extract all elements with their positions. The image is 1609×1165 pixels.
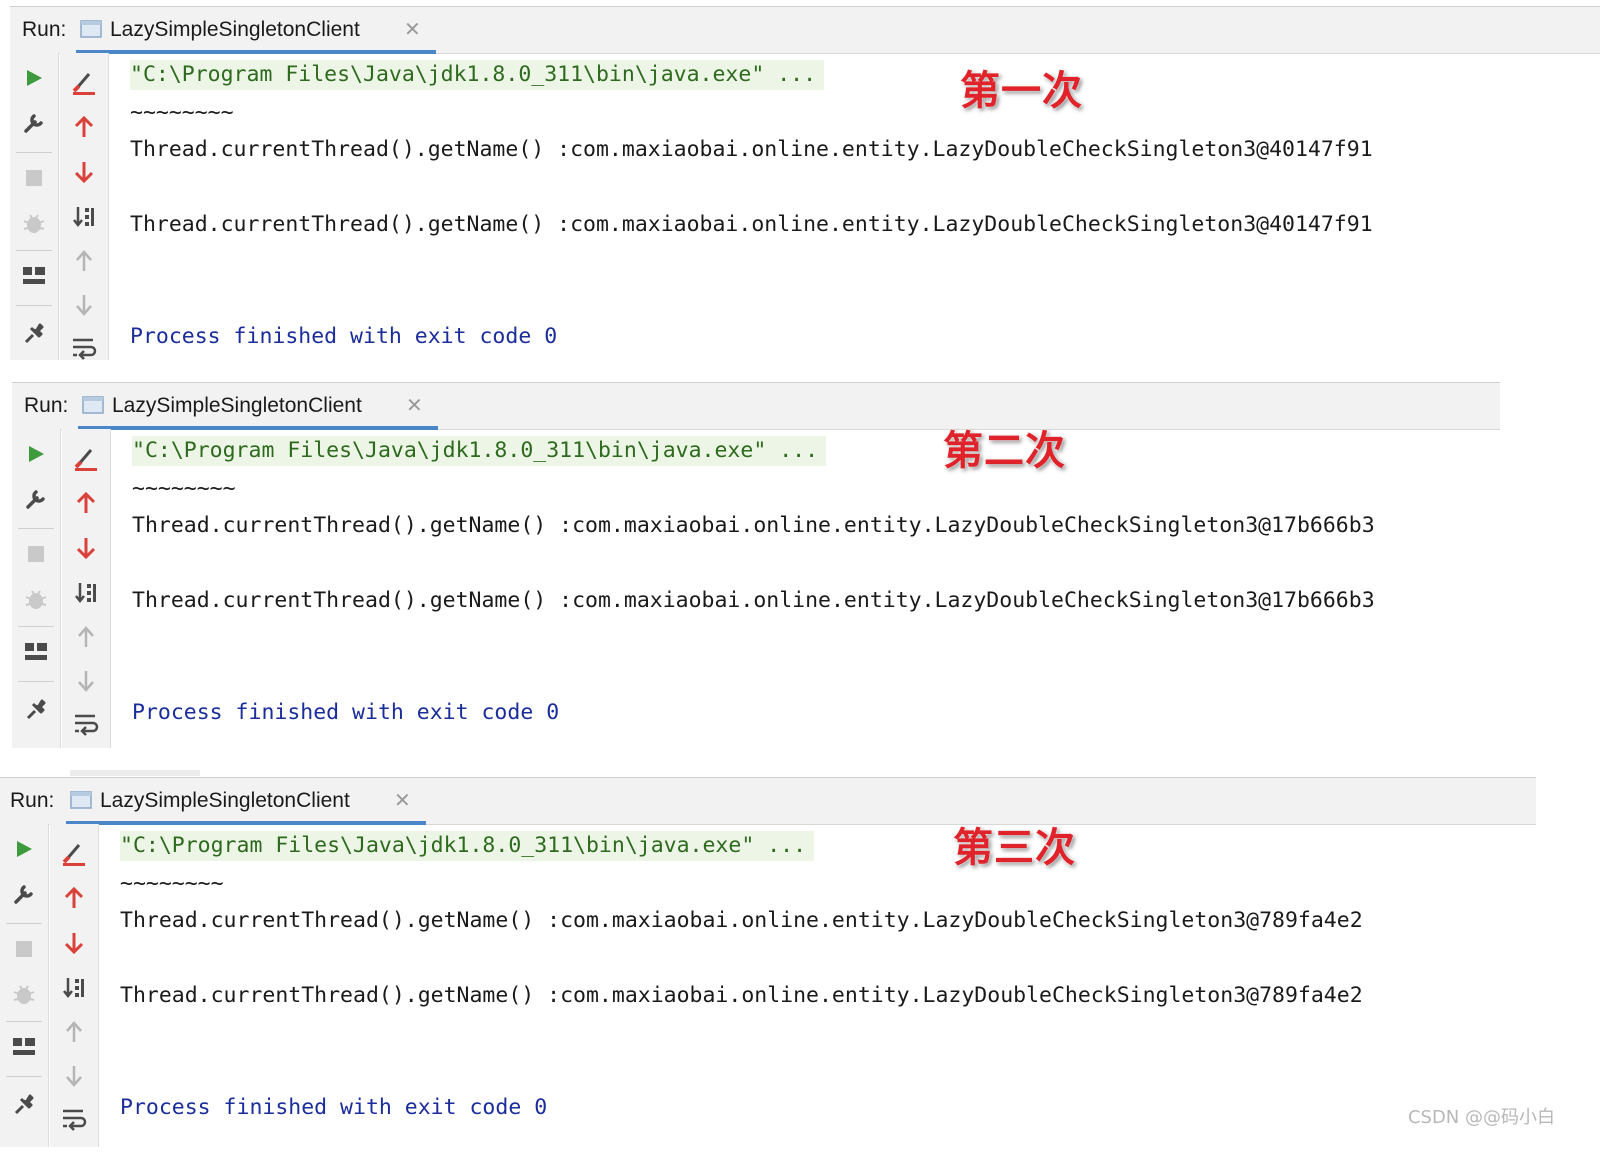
toolbar-separator [18, 681, 54, 682]
console-tab-icon [80, 19, 102, 38]
up-red-icon[interactable] [69, 112, 99, 142]
pin-icon[interactable] [9, 1089, 39, 1119]
wrench-icon[interactable] [19, 108, 49, 138]
process-finished-line: Process finished with exit code 0 [130, 324, 558, 349]
softwrap-icon[interactable] [59, 1104, 89, 1134]
divider [70, 770, 200, 776]
process-finished-line: Process finished with exit code 0 [132, 700, 560, 725]
up-grey-icon[interactable] [71, 622, 101, 652]
up-red-icon[interactable] [71, 488, 101, 518]
sort-icon[interactable] [59, 972, 89, 1002]
console-output: "C:\Program Files\Java\jdk1.8.0_311\bin\… [130, 53, 1600, 360]
run-toolbar-right [62, 429, 111, 748]
run-header: Run: LazySimpleSingletonClient ✕ [12, 382, 1500, 430]
run-header: Run: LazySimpleSingletonClient ✕ [10, 6, 1600, 54]
output-line: Thread.currentThread().getName() :com.ma… [132, 588, 1375, 613]
pin-icon[interactable] [19, 318, 49, 348]
softwrap-icon[interactable] [71, 709, 101, 739]
output-line: ~~~~~~~~ [120, 871, 224, 896]
run-header: Run: LazySimpleSingletonClient ✕ [0, 777, 1536, 825]
output-line: Thread.currentThread().getName() :com.ma… [120, 983, 1363, 1008]
layout-icon[interactable] [19, 261, 49, 291]
annotation-label: 第三次 [953, 824, 1076, 871]
run-toolbar-right [60, 53, 109, 360]
watermark: CSDN @@码小白 [1407, 1107, 1555, 1128]
toolbar-separator [16, 152, 52, 153]
down-red-icon[interactable] [71, 533, 101, 563]
down-grey-icon[interactable] [71, 666, 101, 696]
run-tab-title: LazySimpleSingletonClient [112, 394, 362, 417]
run-tab[interactable]: LazySimpleSingletonClient ✕ [78, 383, 438, 430]
run-label: Run: [24, 394, 69, 417]
wrench-icon[interactable] [21, 484, 51, 514]
run-tab[interactable]: LazySimpleSingletonClient ✕ [66, 778, 426, 825]
close-icon[interactable]: ✕ [404, 17, 421, 41]
toolbar-separator [6, 1021, 42, 1022]
run-panel-3: Run: LazySimpleSingletonClient ✕ "C:\Pro… [0, 777, 1536, 1147]
debug-icon[interactable] [9, 979, 39, 1009]
stop-icon[interactable] [19, 163, 49, 193]
run-toolbar-left [12, 429, 61, 748]
output-line: ~~~~~~~~ [132, 476, 236, 501]
toolbar-separator [6, 923, 42, 924]
clear-icon[interactable] [69, 68, 99, 98]
run-label: Run: [10, 789, 55, 812]
layout-icon[interactable] [21, 637, 51, 667]
run-tab-title: LazySimpleSingletonClient [100, 789, 350, 812]
run-tab-title: LazySimpleSingletonClient [110, 18, 360, 41]
sort-icon[interactable] [69, 201, 99, 231]
pin-icon[interactable] [21, 694, 51, 724]
console-output: "C:\Program Files\Java\jdk1.8.0_311\bin\… [132, 429, 1500, 748]
console-tab-icon [70, 790, 92, 809]
debug-icon[interactable] [21, 584, 51, 614]
command-line: "C:\Program Files\Java\jdk1.8.0_311\bin\… [120, 831, 815, 861]
process-finished-line: Process finished with exit code 0 [120, 1095, 548, 1120]
toolbar-separator [6, 1076, 42, 1077]
run-tab[interactable]: LazySimpleSingletonClient ✕ [76, 7, 436, 54]
run-toolbar-right [50, 824, 99, 1147]
up-grey-icon[interactable] [69, 246, 99, 276]
annotation-label: 第一次 [960, 67, 1083, 114]
toolbar-separator [18, 626, 54, 627]
command-line: "C:\Program Files\Java\jdk1.8.0_311\bin\… [132, 436, 827, 466]
debug-icon[interactable] [19, 208, 49, 238]
wrench-icon[interactable] [9, 879, 39, 909]
run-label: Run: [22, 18, 67, 41]
down-red-icon[interactable] [69, 157, 99, 187]
rerun-icon[interactable] [21, 439, 51, 469]
close-icon[interactable]: ✕ [394, 788, 411, 812]
annotation-label: 第二次 [943, 427, 1066, 474]
softwrap-icon[interactable] [69, 333, 99, 363]
output-line: ~~~~~~~~ [130, 100, 234, 125]
toolbar-separator [16, 250, 52, 251]
console-tab-icon [82, 395, 104, 414]
rerun-icon[interactable] [9, 834, 39, 864]
up-grey-icon[interactable] [59, 1017, 89, 1047]
sort-icon[interactable] [71, 577, 101, 607]
output-line: Thread.currentThread().getName() :com.ma… [120, 908, 1363, 933]
stop-icon[interactable] [21, 539, 51, 569]
output-line: Thread.currentThread().getName() :com.ma… [132, 513, 1375, 538]
run-panel-2: Run: LazySimpleSingletonClient ✕ "C:\Pro… [12, 382, 1500, 748]
down-red-icon[interactable] [59, 928, 89, 958]
clear-icon[interactable] [71, 444, 101, 474]
toolbar-separator [18, 528, 54, 529]
output-line: Thread.currentThread().getName() :com.ma… [130, 212, 1373, 237]
run-panel-1: Run: LazySimpleSingletonClient ✕ "C:\Pro… [10, 6, 1600, 360]
output-line: Thread.currentThread().getName() :com.ma… [130, 137, 1373, 162]
console-output: "C:\Program Files\Java\jdk1.8.0_311\bin\… [120, 824, 1536, 1147]
stop-icon[interactable] [9, 934, 39, 964]
toolbar-separator [16, 305, 52, 306]
up-red-icon[interactable] [59, 883, 89, 913]
down-grey-icon[interactable] [69, 290, 99, 320]
down-grey-icon[interactable] [59, 1061, 89, 1091]
command-line: "C:\Program Files\Java\jdk1.8.0_311\bin\… [130, 60, 825, 90]
layout-icon[interactable] [9, 1032, 39, 1062]
clear-icon[interactable] [59, 839, 89, 869]
rerun-icon[interactable] [19, 63, 49, 93]
close-icon[interactable]: ✕ [406, 393, 423, 417]
run-toolbar-left [0, 824, 49, 1147]
run-toolbar-left [10, 53, 59, 360]
